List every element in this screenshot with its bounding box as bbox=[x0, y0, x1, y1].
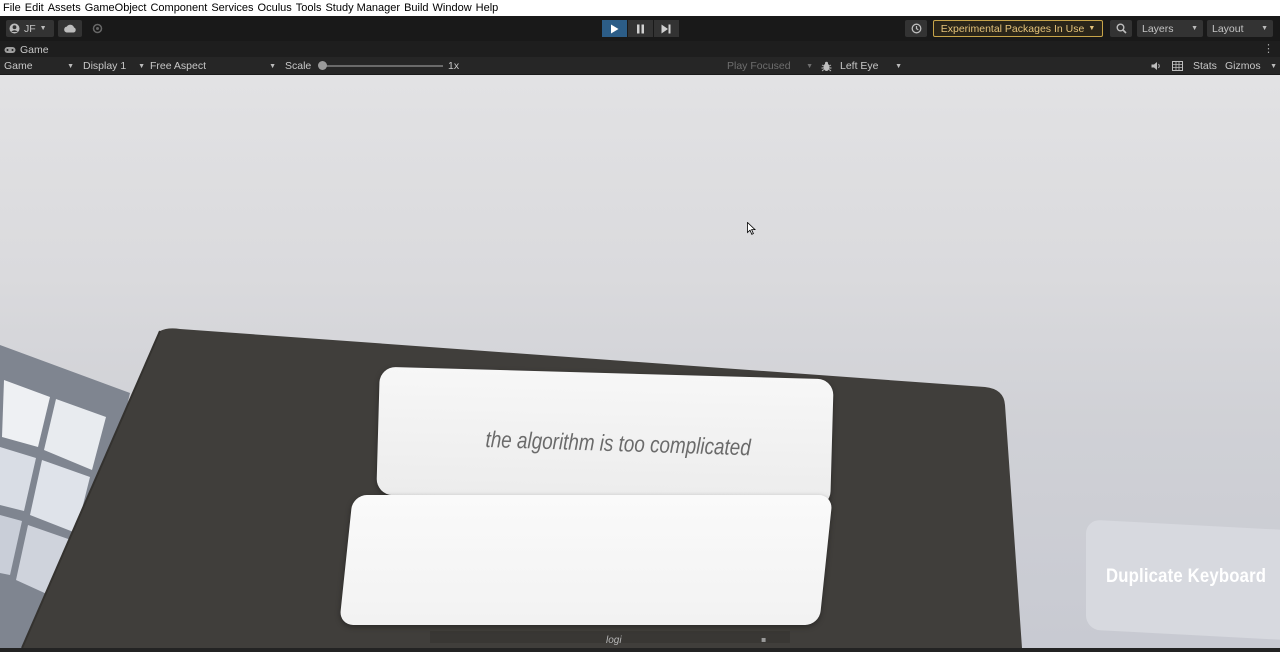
pause-icon bbox=[636, 24, 644, 33]
account-dropdown[interactable]: JF ▼ bbox=[6, 20, 54, 37]
chevron-down-icon: ▼ bbox=[1261, 25, 1268, 32]
display-label: Display 1 bbox=[83, 60, 127, 72]
play-button[interactable] bbox=[601, 20, 627, 37]
search-button[interactable] bbox=[1110, 20, 1132, 37]
layers-label: Layers bbox=[1142, 22, 1174, 35]
mouse-pointer-icon bbox=[747, 222, 756, 235]
aspect-dropdown[interactable]: Free Aspect ▼ bbox=[150, 59, 276, 73]
chevron-down-icon: ▼ bbox=[895, 62, 902, 70]
menu-edit[interactable]: Edit bbox=[25, 2, 44, 14]
chevron-down-icon: ▼ bbox=[1088, 25, 1096, 32]
chevron-down-icon: ▼ bbox=[138, 62, 145, 70]
status-bar bbox=[0, 648, 1280, 652]
tab-game[interactable]: Game bbox=[4, 42, 49, 57]
gizmos-dropdown[interactable]: Gizmos ▼ bbox=[1225, 59, 1277, 73]
play-icon bbox=[610, 24, 618, 33]
grid-button[interactable] bbox=[1172, 59, 1183, 73]
undo-history-button[interactable] bbox=[905, 20, 927, 37]
mute-audio-button[interactable] bbox=[1151, 59, 1162, 73]
chevron-down-icon: ▼ bbox=[269, 62, 276, 70]
play-focus-dropdown[interactable]: Play Focused ▼ bbox=[727, 59, 813, 73]
menu-component[interactable]: Component bbox=[150, 2, 207, 14]
layout-dropdown[interactable]: Layout ▼ bbox=[1207, 20, 1273, 37]
menu-oculus[interactable]: Oculus bbox=[258, 2, 292, 14]
menu-tools[interactable]: Tools bbox=[296, 2, 322, 14]
chevron-down-icon: ▼ bbox=[806, 62, 813, 70]
more-options-icon[interactable]: ⋮ bbox=[1263, 42, 1274, 55]
menu-assets[interactable]: Assets bbox=[48, 2, 81, 14]
collab-button[interactable] bbox=[88, 20, 106, 37]
gizmos-label: Gizmos bbox=[1225, 60, 1261, 72]
scale-value: 1x bbox=[448, 60, 460, 72]
menu-help[interactable]: Help bbox=[476, 2, 499, 14]
menu-study-manager[interactable]: Study Manager bbox=[325, 2, 400, 14]
account-label: JF bbox=[24, 22, 36, 35]
account-icon bbox=[9, 23, 20, 34]
experimental-packages-label: Experimental Packages In Use bbox=[940, 22, 1085, 35]
menu-file[interactable]: File bbox=[3, 2, 21, 14]
main-toolbar: JF ▼ Experimental Packages In Use ▼ Laye… bbox=[0, 16, 1280, 41]
grid-icon bbox=[1172, 61, 1183, 71]
stats-button[interactable]: Stats bbox=[1193, 59, 1217, 73]
game-view-toolbar: Game ▼ Display 1 ▼ Free Aspect ▼ Scale 1… bbox=[0, 57, 1280, 75]
menu-services[interactable]: Services bbox=[211, 2, 253, 14]
tab-game-label: Game bbox=[20, 43, 49, 56]
tab-strip: Game ⋮ bbox=[0, 41, 1280, 57]
chevron-down-icon: ▼ bbox=[39, 25, 47, 32]
settings-icon bbox=[92, 23, 102, 34]
layers-dropdown[interactable]: Layers ▼ bbox=[1137, 20, 1203, 37]
experimental-packages-dropdown[interactable]: Experimental Packages In Use ▼ bbox=[933, 20, 1103, 37]
keyboard-led-icon: ▪ bbox=[761, 635, 767, 644]
scale-slider-track[interactable] bbox=[321, 65, 443, 67]
duplicate-keyboard-button[interactable]: Duplicate Keyboard bbox=[1106, 566, 1266, 588]
display-dropdown[interactable]: Display 1 ▼ bbox=[83, 59, 145, 73]
step-button[interactable] bbox=[653, 20, 679, 37]
view-mode-dropdown[interactable]: Game ▼ bbox=[4, 59, 74, 73]
layout-label: Layout bbox=[1212, 22, 1244, 35]
playback-controls bbox=[601, 20, 679, 37]
play-focus-label: Play Focused bbox=[727, 60, 791, 72]
speaker-icon bbox=[1151, 62, 1160, 70]
game-viewport[interactable]: Duplicate Keyboard the algorithm is too … bbox=[0, 75, 1280, 648]
menu-bar: File Edit Assets GameObject Component Se… bbox=[0, 0, 1280, 16]
menu-window[interactable]: Window bbox=[433, 2, 472, 14]
menu-build[interactable]: Build bbox=[404, 2, 428, 14]
eye-dropdown[interactable]: Left Eye ▼ bbox=[840, 59, 902, 73]
cloud-button[interactable] bbox=[58, 20, 82, 37]
typing-input-field[interactable] bbox=[339, 495, 833, 625]
chevron-down-icon: ▼ bbox=[1191, 25, 1198, 32]
view-mode-label: Game bbox=[4, 60, 33, 72]
pause-button[interactable] bbox=[627, 20, 653, 37]
scale-label: Scale bbox=[285, 60, 312, 72]
aspect-label: Free Aspect bbox=[150, 60, 207, 72]
bug-icon bbox=[821, 61, 832, 71]
eye-label: Left Eye bbox=[840, 60, 879, 72]
gamepad-icon bbox=[4, 46, 16, 53]
debug-button[interactable] bbox=[821, 59, 832, 73]
step-forward-icon bbox=[661, 24, 671, 33]
cloud-icon bbox=[64, 24, 76, 33]
search-icon bbox=[1116, 23, 1127, 34]
chevron-down-icon: ▼ bbox=[67, 62, 74, 70]
scale-slider-handle[interactable] bbox=[318, 61, 327, 70]
history-icon bbox=[911, 23, 921, 34]
keyboard-brand-label: logi bbox=[606, 635, 622, 646]
menu-gameobject[interactable]: GameObject bbox=[85, 2, 147, 14]
chevron-down-icon: ▼ bbox=[1270, 62, 1277, 70]
